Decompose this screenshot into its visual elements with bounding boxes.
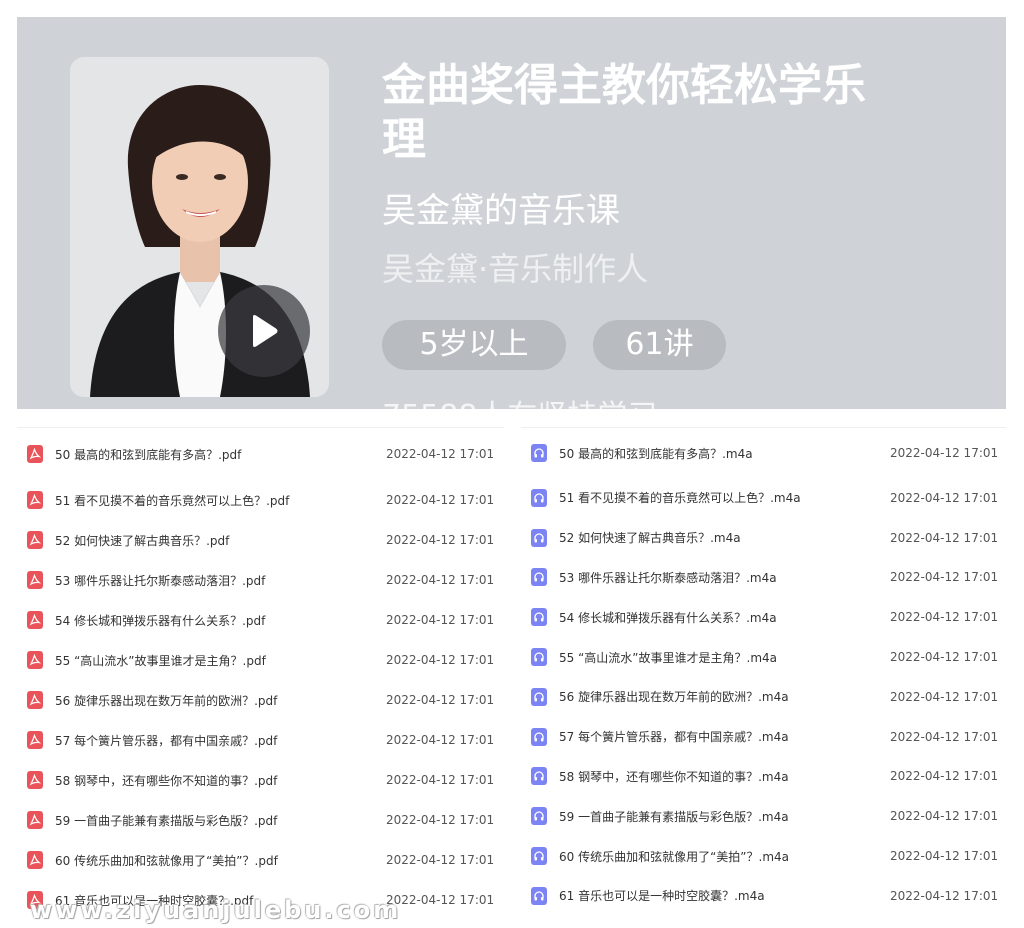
pdf-file-list: 50 最高的和弦到底能有多高？.pdf 2022-04-12 17:01 51 看不… [17, 427, 504, 920]
file-date: 2022-04-12 17:01 [890, 610, 999, 625]
headphones-icon [531, 444, 547, 462]
file-row[interactable]: 55 “高山流水”故事里谁才是主角？.pdf 2022-04-12 17:01 [17, 640, 504, 680]
play-icon [253, 315, 278, 347]
file-date: 2022-04-12 17:01 [386, 533, 495, 547]
file-date: 2022-04-12 17:01 [386, 693, 495, 707]
pdf-icon [27, 851, 43, 869]
file-date: 2022-04-12 17:01 [386, 733, 495, 747]
headphones-icon [531, 847, 547, 866]
file-date: 2022-04-12 17:01 [890, 446, 999, 460]
file-row[interactable]: 60 传统乐曲加和弦就像用了“美拍”？.pdf 2022-04-12 17:01 [17, 840, 504, 880]
file-row[interactable]: 56 旋律乐器出现在数万年前的欧洲？.m4a 2022-04-12 17:01 [521, 677, 1006, 717]
play-button[interactable] [218, 285, 310, 377]
file-date: 2022-04-12 17:01 [890, 729, 999, 744]
watermark: www.ziyuanjulebu.com [30, 896, 402, 924]
file-row[interactable]: 61 音乐也可以是一种时空胶囊？.m4a 2022-04-12 17:01 [521, 876, 1006, 916]
pdf-icon [27, 531, 43, 549]
file-date: 2022-04-12 17:01 [890, 769, 999, 784]
headphones-icon [531, 687, 547, 706]
headphones-icon [531, 767, 547, 786]
file-row[interactable]: 54 修长城和弹拨乐器有什么关系？.pdf 2022-04-12 17:01 [17, 600, 504, 640]
file-date: 2022-04-12 17:01 [386, 813, 495, 827]
file-row[interactable]: 53 哪件乐器让托尔斯泰感动落泪？.m4a 2022-04-12 17:01 [521, 558, 1006, 598]
file-date: 2022-04-12 17:01 [386, 493, 495, 507]
file-date: 2022-04-12 17:01 [386, 653, 495, 667]
file-date: 2022-04-12 17:01 [386, 893, 495, 907]
file-row[interactable]: 60 传统乐曲加和弦就像用了“美拍”？.m4a 2022-04-12 17:01 [521, 836, 1006, 876]
course-title: 金曲奖得主教你轻松学乐理 [382, 60, 866, 165]
file-date: 2022-04-12 17:01 [386, 573, 495, 587]
file-date: 2022-04-12 17:01 [890, 530, 999, 545]
file-row[interactable]: 53 哪件乐器让托尔斯泰感动落泪？.pdf 2022-04-12 17:01 [17, 560, 504, 600]
file-row[interactable]: 50 最高的和弦到底能有多高？.pdf 2022-04-12 17:01 [17, 428, 504, 480]
course-cover[interactable] [70, 57, 329, 397]
file-row[interactable]: 52 如何快速了解古典音乐？.pdf 2022-04-12 17:01 [17, 520, 504, 560]
file-row[interactable]: 57 每个簧片管乐器，都有中国亲戚？.pdf 2022-04-12 17:01 [17, 720, 504, 760]
file-row[interactable]: 59 一首曲子能兼有素描版与彩色版？.pdf 2022-04-12 17:01 [17, 800, 504, 840]
file-row[interactable]: 51 看不见摸不着的音乐竟然可以上色？.m4a 2022-04-12 17:01 [521, 478, 1006, 518]
pdf-icon [27, 571, 43, 589]
headphones-icon [531, 886, 547, 905]
file-row[interactable]: 55 “高山流水”故事里谁才是主角？.m4a 2022-04-12 17:01 [521, 637, 1006, 677]
pdf-icon [27, 651, 43, 669]
file-row[interactable]: 59 一首曲子能兼有素描版与彩色版？.m4a 2022-04-12 17:01 [521, 796, 1006, 836]
pdf-icon [27, 731, 43, 749]
file-row[interactable]: 52 如何快速了解古典音乐？.m4a 2022-04-12 17:01 [521, 518, 1006, 558]
file-row[interactable]: 58 钢琴中，还有哪些你不知道的事？.pdf 2022-04-12 17:01 [17, 760, 504, 800]
course-subtitle: 吴金黛的音乐课 [382, 191, 620, 231]
file-date: 2022-04-12 17:01 [386, 773, 495, 787]
file-row[interactable]: 58 钢琴中，还有哪些你不知道的事？.m4a 2022-04-12 17:01 [521, 757, 1006, 797]
headphones-icon [531, 807, 547, 826]
file-row[interactable]: 54 修长城和弹拨乐器有什么关系？.m4a 2022-04-12 17:01 [521, 597, 1006, 637]
pdf-icon [27, 491, 43, 509]
headphones-icon [531, 608, 547, 627]
headphones-icon [531, 648, 547, 667]
pdf-icon [27, 445, 43, 463]
headphones-icon [531, 568, 547, 587]
file-row[interactable]: 56 旋律乐器出现在数万年前的欧洲？.pdf 2022-04-12 17:01 [17, 680, 504, 720]
headphones-icon [531, 528, 547, 547]
file-date: 2022-04-12 17:01 [386, 853, 495, 867]
file-date: 2022-04-12 17:01 [890, 490, 999, 505]
file-date: 2022-04-12 17:01 [890, 849, 999, 864]
file-date: 2022-04-12 17:01 [890, 650, 999, 665]
file-date: 2022-04-12 17:01 [890, 570, 999, 585]
course-author: 吴金黛·音乐制作人 [382, 250, 649, 288]
pdf-icon [27, 691, 43, 709]
headphones-icon [531, 488, 547, 507]
lesson-count-tag: 61讲 [593, 320, 726, 370]
headphones-icon [531, 727, 547, 746]
file-row[interactable]: 51 看不见摸不着的音乐竟然可以上色？.pdf 2022-04-12 17:01 [17, 480, 504, 520]
audio-file-list: 50 最高的和弦到底能有多高？.m4a 2022-04-12 17:01 51 看不… [521, 427, 1006, 916]
file-row[interactable]: 57 每个簧片管乐器，都有中国亲戚？.m4a 2022-04-12 17:01 [521, 717, 1006, 757]
file-date: 2022-04-12 17:01 [386, 613, 495, 627]
file-date: 2022-04-12 17:01 [890, 888, 999, 903]
file-date: 2022-04-12 17:01 [386, 447, 495, 461]
pdf-icon [27, 611, 43, 629]
file-date: 2022-04-12 17:01 [890, 689, 999, 704]
file-date: 2022-04-12 17:01 [890, 809, 999, 824]
age-tag: 5岁以上 [382, 320, 566, 370]
pdf-icon [27, 771, 43, 789]
pdf-icon [27, 811, 43, 829]
course-banner: 金曲奖得主教你轻松学乐理 吴金黛的音乐课 吴金黛·音乐制作人 5岁以上 61讲 … [17, 17, 1006, 409]
file-row[interactable]: 50 最高的和弦到底能有多高？.m4a 2022-04-12 17:01 [521, 428, 1006, 478]
learner-count: 75588人在坚持学习 [382, 397, 657, 409]
